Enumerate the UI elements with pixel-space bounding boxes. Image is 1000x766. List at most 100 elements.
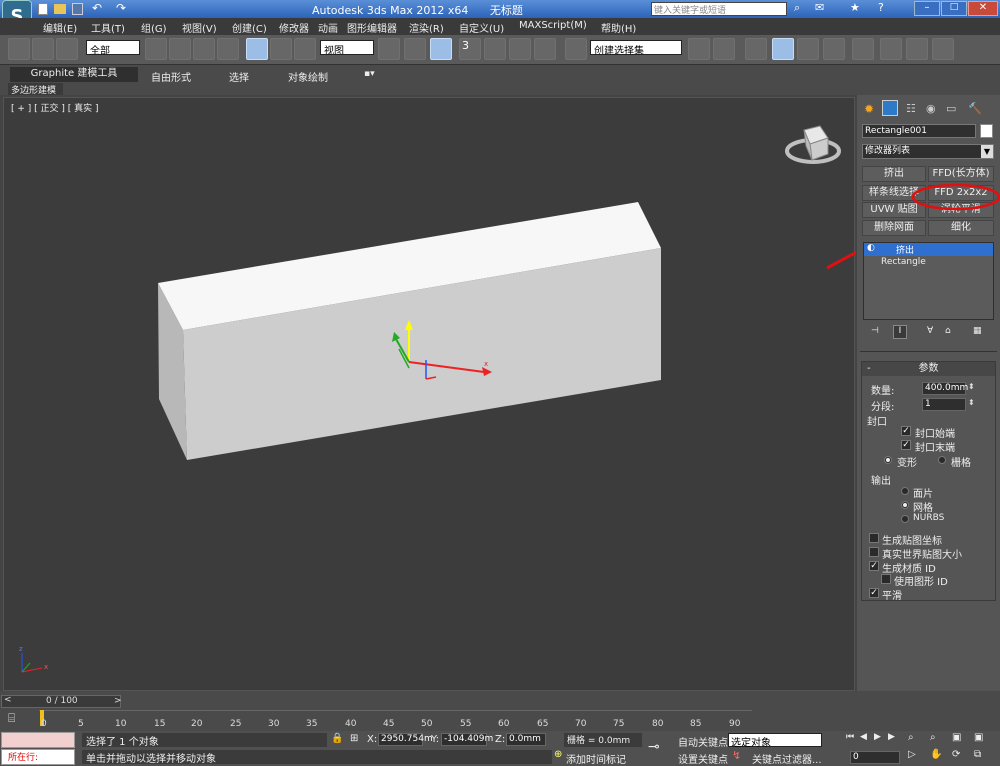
set-key-icon[interactable]: ↯ — [732, 749, 741, 762]
minimize-button[interactable]: – — [914, 1, 940, 16]
key-target-dropdown[interactable]: 选定对象 — [728, 733, 822, 749]
add-time-tag[interactable]: 添加时间标记 — [566, 751, 626, 766]
pan-view-icon[interactable]: ✋ — [930, 749, 942, 760]
maximize-button[interactable]: □ — [941, 1, 967, 16]
field-of-view-icon[interactable]: ▷ — [908, 749, 916, 760]
zoom-extents-icon[interactable]: ▣ — [952, 732, 961, 743]
select-by-name-icon[interactable] — [169, 38, 191, 60]
key-mode-icon[interactable]: ⊸ — [648, 739, 660, 755]
next-frame-icon[interactable]: ▶ — [888, 732, 895, 742]
ribbon-tab-object-paint[interactable]: 对象绘制 — [288, 69, 328, 84]
menu-group[interactable]: 组(G) — [141, 20, 167, 35]
modify-tab-icon[interactable] — [882, 100, 898, 116]
y-coordinate-field[interactable]: -104.409m — [441, 733, 493, 746]
percent-snap-icon[interactable] — [509, 38, 531, 60]
ribbon-tab-graphite[interactable]: Graphite 建模工具 — [10, 67, 138, 82]
nurbs-radio[interactable] — [901, 515, 909, 523]
prev-frame-icon[interactable]: ◀ — [860, 732, 867, 742]
select-and-rotate-icon[interactable] — [270, 38, 292, 60]
modifier-button-delete-mesh[interactable]: 删除网面 — [862, 220, 926, 236]
save-file-icon[interactable] — [72, 3, 83, 15]
hierarchy-tab-icon[interactable]: ☷ — [906, 102, 916, 115]
utilities-tab-icon[interactable]: 🔨 — [968, 102, 982, 115]
set-key-button[interactable]: 设置关键点 — [678, 751, 728, 766]
orbit-icon[interactable]: ⟳ — [952, 749, 960, 760]
display-tab-icon[interactable]: ▭ — [946, 102, 956, 115]
time-slider-track[interactable]: < 0 / 100 — [1, 695, 121, 708]
ribbon-tab-selection[interactable]: 选择 — [229, 69, 249, 84]
select-manipulate-icon[interactable] — [404, 38, 426, 60]
schematic-view-icon[interactable] — [823, 38, 845, 60]
auto-key-button[interactable]: 自动关键点 — [678, 734, 728, 749]
select-and-scale-icon[interactable] — [294, 38, 316, 60]
parameters-rollout-header[interactable]: - 参数 — [862, 362, 995, 376]
menu-edit[interactable]: 编辑(E) — [43, 20, 77, 35]
angle-snap-icon[interactable] — [484, 38, 506, 60]
ribbon-options-icon[interactable]: ▪▾ — [364, 69, 375, 79]
morph-radio[interactable] — [884, 456, 892, 464]
close-button[interactable]: ✕ — [968, 1, 998, 16]
object-name-field[interactable]: Rectangle001 — [862, 124, 976, 138]
amount-spinner[interactable]: 400.0mm — [922, 382, 968, 395]
perspective-viewport[interactable]: [ + ] [ 正交 ] [ 真实 ] x x z — [3, 97, 856, 691]
help-icon[interactable]: ? — [878, 1, 884, 14]
modifier-button-tessellate[interactable]: 细化 — [928, 220, 994, 236]
menu-modifiers[interactable]: 修改器 — [279, 20, 309, 35]
remove-modifier-icon[interactable]: ⌂ — [945, 326, 951, 336]
segments-spinner[interactable]: 1 — [922, 398, 966, 411]
ribbon-panel-polygon-modeling[interactable]: 多边形建模 — [8, 83, 63, 96]
amount-spinner-arrows[interactable]: ⬍ — [968, 382, 975, 391]
menu-views[interactable]: 视图(V) — [182, 20, 217, 35]
absolute-mode-icon[interactable]: ⊞ — [350, 733, 358, 744]
menu-graph-editors[interactable]: 图形编辑器 — [347, 20, 397, 35]
render-setup-icon[interactable] — [880, 38, 902, 60]
modifier-list-dropdown[interactable]: 修改器列表 ▼ — [862, 144, 994, 159]
modifier-button-extrude[interactable]: 挤出 — [862, 166, 926, 182]
create-tab-icon[interactable]: ✹ — [864, 102, 874, 116]
edit-named-selection-icon[interactable] — [565, 38, 587, 60]
stack-item-rectangle[interactable]: Rectangle — [881, 257, 926, 267]
rectangular-selection-icon[interactable] — [193, 38, 215, 60]
menu-help[interactable]: 帮助(H) — [601, 20, 636, 35]
menu-rendering[interactable]: 渲染(R) — [409, 20, 444, 35]
ribbon-tab-freeform[interactable]: 自由形式 — [151, 69, 191, 84]
make-unique-icon[interactable]: ∀ — [927, 326, 933, 336]
current-frame-field[interactable]: 0 — [850, 751, 900, 764]
goto-start-icon[interactable]: ⏮ — [846, 732, 854, 742]
modifier-button-ffd-box[interactable]: FFD(长方体) — [928, 166, 994, 182]
use-shape-ids-checkbox[interactable] — [881, 574, 891, 584]
key-filters-button[interactable]: 关键点过滤器... — [752, 751, 822, 766]
new-file-icon[interactable] — [38, 3, 48, 15]
cap-end-checkbox[interactable]: ✓ — [901, 440, 911, 450]
rendered-frame-icon[interactable] — [906, 38, 928, 60]
zoom-all-icon[interactable]: ⌕ — [930, 732, 936, 743]
stack-item-extrude[interactable]: ◐ 挤出 — [864, 243, 993, 256]
material-editor-icon[interactable] — [852, 38, 874, 60]
mesh-radio[interactable] — [901, 501, 909, 509]
curve-editor-icon[interactable] — [797, 38, 819, 60]
motion-tab-icon[interactable]: ◉ — [926, 102, 936, 115]
menu-animation[interactable]: 动画 — [318, 20, 338, 35]
z-coordinate-field[interactable]: 0.0mm — [506, 733, 546, 746]
lock-selection-icon[interactable]: 🔒 — [331, 733, 343, 744]
open-file-icon[interactable] — [54, 4, 66, 14]
reference-coordinate-dropdown[interactable]: 视图 — [320, 40, 374, 55]
bind-space-warp-icon[interactable] — [56, 38, 78, 60]
gen-mapping-checkbox[interactable] — [869, 533, 879, 543]
render-production-icon[interactable] — [932, 38, 954, 60]
link-icon[interactable] — [8, 38, 30, 60]
menu-customize[interactable]: 自定义(U) — [459, 20, 504, 35]
play-icon[interactable]: ▶ — [874, 732, 881, 742]
maxscript-listener[interactable] — [1, 732, 75, 748]
grid-radio[interactable] — [938, 456, 946, 464]
x-coordinate-field[interactable]: 2950.754m — [378, 733, 433, 746]
real-world-checkbox[interactable] — [869, 547, 879, 557]
configure-sets-icon[interactable]: ▦ — [973, 326, 982, 336]
menu-maxscript[interactable]: MAXScript(M) — [519, 20, 587, 31]
select-object-icon[interactable] — [145, 38, 167, 60]
gen-matid-checkbox[interactable]: ✓ — [869, 561, 879, 571]
selection-filter-dropdown[interactable]: 全部 — [86, 40, 140, 55]
pin-stack-icon[interactable]: ⊣ — [871, 326, 879, 336]
mirror-icon[interactable] — [688, 38, 710, 60]
redo-icon[interactable]: ↷ — [116, 1, 126, 15]
